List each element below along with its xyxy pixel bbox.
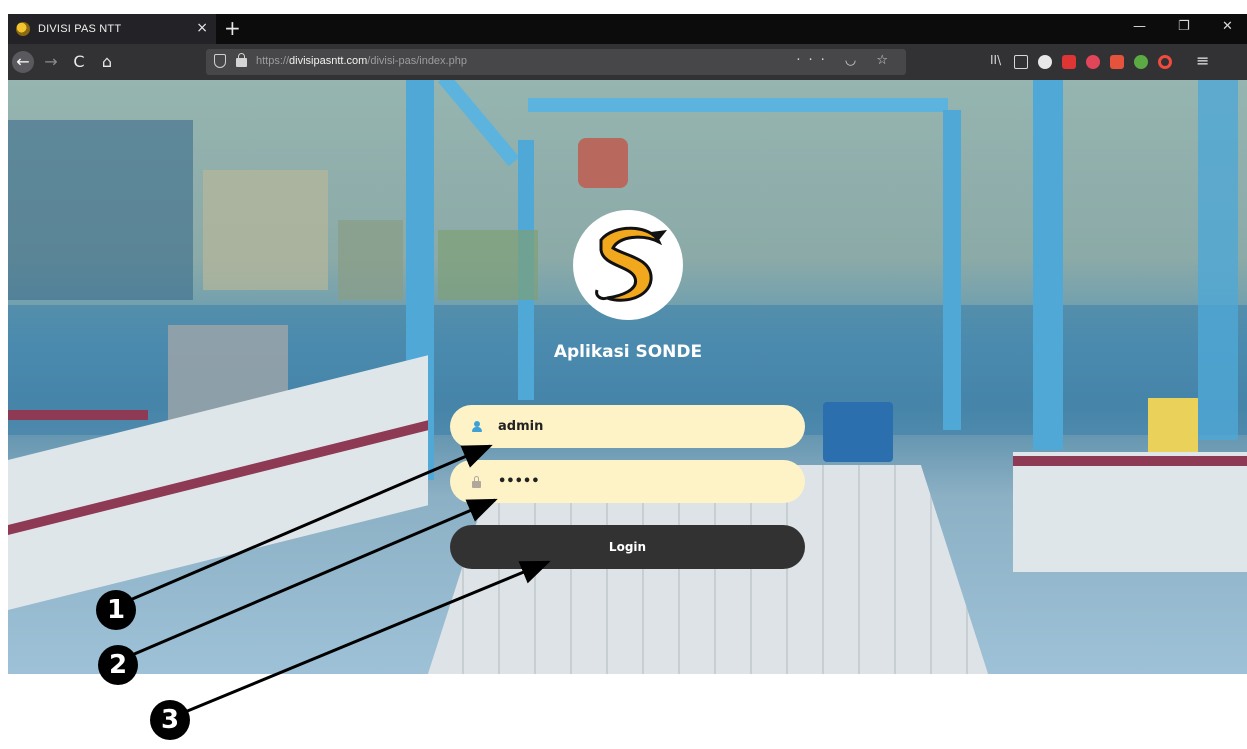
tab-title: DIVISI PAS NTT xyxy=(38,23,122,35)
url-prefix: https:// xyxy=(256,55,290,67)
annotation-badge-1: 1 xyxy=(96,590,136,630)
lock-icon[interactable] xyxy=(236,53,247,67)
url-text[interactable]: https://divisipasntt.com/divisi-pas/inde… xyxy=(256,55,467,67)
login-button[interactable]: Login xyxy=(450,525,805,569)
back-button[interactable]: ← xyxy=(12,51,34,73)
page-actions-icons[interactable]: ··· ◡ ☆ xyxy=(796,53,896,68)
new-tab-button[interactable]: + xyxy=(224,17,241,39)
tab-close-icon[interactable]: × xyxy=(196,20,208,36)
maximize-button[interactable]: ❐ xyxy=(1178,19,1190,34)
favicon-icon xyxy=(16,22,30,36)
forward-button[interactable]: → xyxy=(40,51,62,73)
opera-icon[interactable] xyxy=(1158,55,1172,69)
url-path: /divisi-pas/index.php xyxy=(367,55,467,67)
extension-icon[interactable] xyxy=(1134,55,1148,69)
ghostery-icon[interactable] xyxy=(1038,55,1052,69)
username-field[interactable] xyxy=(450,405,805,448)
password-field[interactable] xyxy=(450,460,805,503)
user-icon xyxy=(472,420,482,433)
annotation-badge-3: 3 xyxy=(150,700,190,740)
close-window-button[interactable]: ✕ xyxy=(1222,19,1233,34)
extension-icon[interactable] xyxy=(1062,55,1076,69)
navigation-toolbar: ← → C ⌂ https://divisipasntt.com/divisi-… xyxy=(8,44,1247,80)
sidebar-icon[interactable] xyxy=(1014,55,1028,69)
password-input[interactable] xyxy=(496,473,790,490)
home-button[interactable]: ⌂ xyxy=(96,51,118,73)
browser-tab[interactable]: DIVISI PAS NTT × xyxy=(8,14,216,44)
url-host: divisipasntt.com xyxy=(289,55,368,67)
login-form: Aplikasi SONDE Login xyxy=(8,80,1247,674)
adblock-icon[interactable] xyxy=(1086,55,1100,69)
username-input[interactable] xyxy=(496,418,790,435)
tab-bar: DIVISI PAS NTT × + — ❐ ✕ xyxy=(8,14,1247,44)
library-icon[interactable]: II\ xyxy=(990,53,1001,67)
reload-button[interactable]: C xyxy=(68,51,90,73)
app-logo xyxy=(573,210,683,320)
shield-icon[interactable] xyxy=(214,54,226,68)
annotation-badge-2: 2 xyxy=(98,645,138,685)
address-bar[interactable]: https://divisipasntt.com/divisi-pas/inde… xyxy=(206,49,906,75)
hamburger-menu-icon[interactable]: ≡ xyxy=(1196,51,1209,70)
app-title: Aplikasi SONDE xyxy=(553,342,703,362)
extension-icon[interactable] xyxy=(1110,55,1124,69)
page-content: Aplikasi SONDE Login xyxy=(8,80,1247,674)
komodo-logo-icon xyxy=(595,226,667,302)
lock-icon xyxy=(472,475,482,488)
minimize-button[interactable]: — xyxy=(1133,19,1146,34)
